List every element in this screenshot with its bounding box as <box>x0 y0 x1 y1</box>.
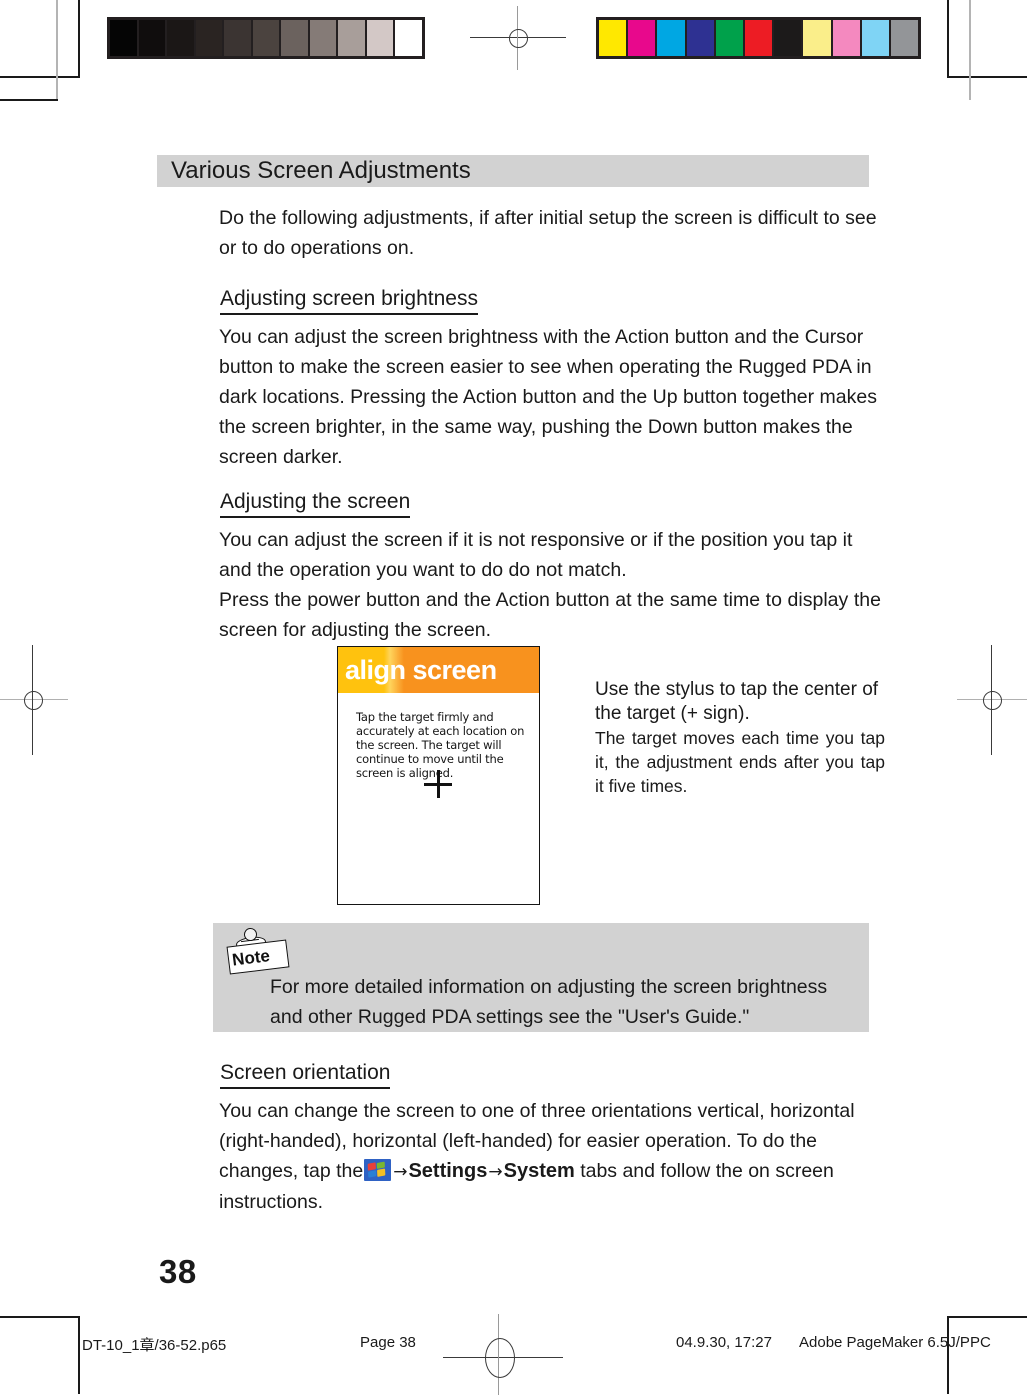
pda-screen-header: align screen <box>338 647 539 693</box>
windows-start-icon <box>364 1159 392 1181</box>
footer-application: Adobe PageMaker 6.5J/PPC <box>799 1334 991 1351</box>
paragraph-adjusting-the-screen-line-1: You can adjust the screen if it is not r… <box>219 529 853 581</box>
paragraph-screen-orientation: You can change the screen to one of thre… <box>219 1096 885 1217</box>
note-callout-box: Note For more detailed information on ad… <box>213 923 869 1032</box>
intro-paragraph: Do the following adjustments, if after i… <box>219 207 877 259</box>
page-content: Various Screen Adjustments Do the follow… <box>0 0 1027 1394</box>
subheading-screen-orientation: Screen orientation <box>220 1060 391 1089</box>
subheading-adjusting-the-screen: Adjusting the screen <box>220 489 411 518</box>
figure-caption-line-2: The target moves each time you tap it, t… <box>595 728 885 796</box>
page-number: 38 <box>159 1253 197 1290</box>
crosshair-target-icon <box>424 770 452 798</box>
page-title: Various Screen Adjustments <box>157 155 869 187</box>
menu-term-settings: Settings <box>408 1160 488 1182</box>
figure-caption: Use the stylus to tap the center of the … <box>595 678 885 798</box>
subheading-adjusting-screen-brightness: Adjusting screen brightness <box>220 286 478 315</box>
arrow-icon-1: → <box>393 1162 408 1182</box>
pda-screen-title: align screen <box>345 655 497 685</box>
figure-caption-line-1: Use the stylus to tap the center of the … <box>595 679 879 724</box>
footer-timestamp: 04.9.30, 17:27 <box>676 1334 772 1351</box>
print-footer: DT-10_1章/36-52.p65 Page 38 04.9.30, 17:2… <box>0 1334 1027 1364</box>
paragraph-adjusting-the-screen: You can adjust the screen if it is not r… <box>219 525 881 645</box>
footer-page-label: Page 38 <box>360 1334 416 1351</box>
paragraph-adjusting-screen-brightness: You can adjust the screen brightness wit… <box>219 326 877 468</box>
note-text: For more detailed information on adjusti… <box>270 976 828 1028</box>
note-tag-icon: Note <box>223 927 303 977</box>
footer-filename: DT-10_1章/36-52.p65 <box>82 1337 227 1354</box>
menu-term-system: System <box>503 1160 575 1182</box>
arrow-icon-2: → <box>488 1162 503 1182</box>
paragraph-adjusting-the-screen-line-2: Press the power button and the Action bu… <box>219 589 881 641</box>
pda-align-screen-figure: align screen Tap the target firmly and a… <box>337 646 540 905</box>
